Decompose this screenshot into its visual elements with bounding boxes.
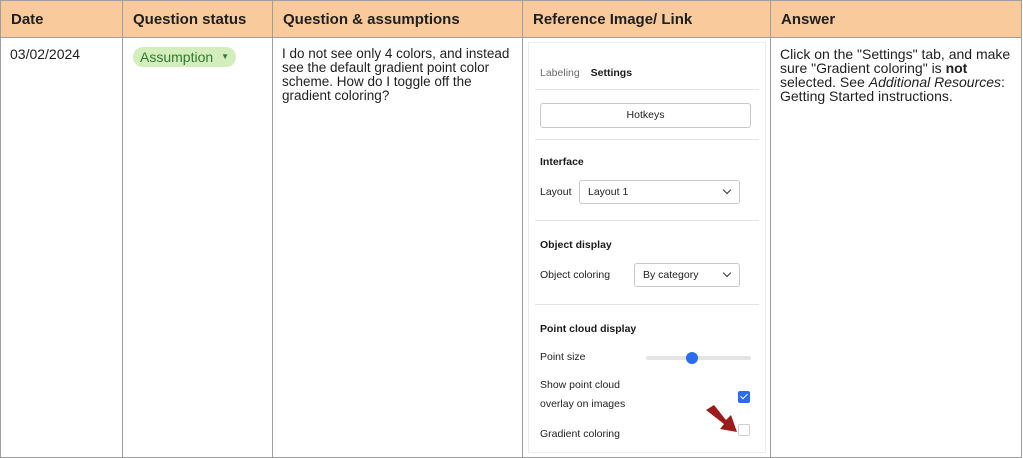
chevron-down-icon [722, 268, 732, 278]
layout-select-value: Layout 1 [588, 186, 629, 198]
divider [535, 304, 759, 305]
object-coloring-value: By category [643, 269, 699, 281]
status-chip-label: Assumption [140, 49, 214, 65]
object-coloring-label: Object coloring [540, 269, 611, 281]
point-size-slider [646, 356, 751, 360]
tab-labeling: Labeling [540, 67, 580, 79]
divider [535, 89, 759, 90]
answer-text: Click on the "Settings" tab, and make su… [780, 47, 1013, 103]
header-date[interactable]: Date [0, 0, 123, 38]
point-size-label: Point size [540, 351, 586, 363]
chevron-down-icon [722, 185, 732, 195]
header-question-assumptions[interactable]: Question & assumptions [272, 0, 523, 38]
status-dropdown-chip[interactable]: Assumption ▼ [133, 47, 237, 67]
layout-label: Layout [540, 186, 572, 198]
interface-title: Interface [540, 156, 584, 168]
answer-part1: Click on the "Settings" tab, and make su… [780, 46, 1011, 76]
point-size-slider-thumb [686, 352, 698, 364]
gradient-coloring-checkbox-unchecked [738, 424, 750, 436]
reference-image-cell[interactable]: Labeling Settings Hotkeys Interface Layo… [522, 37, 771, 458]
date-cell[interactable]: 03/02/2024 [0, 37, 123, 458]
qa-table: Date Question status Question & assumpti… [0, 0, 1022, 458]
question-text: I do not see only 4 colors, and instead … [282, 46, 510, 103]
header-question-status[interactable]: Question status [122, 0, 273, 38]
divider [535, 139, 759, 140]
overlay-label-line1: Show point cloud [540, 379, 620, 391]
tab-settings: Settings [590, 67, 633, 79]
object-display-title: Object display [540, 239, 612, 251]
status-cell[interactable]: Assumption ▼ [122, 37, 273, 458]
gradient-coloring-label: Gradient coloring [540, 428, 620, 440]
red-arrow-icon [706, 405, 737, 432]
point-cloud-display-title: Point cloud display [540, 323, 637, 335]
answer-cell[interactable]: Click on the "Settings" tab, and make su… [770, 37, 1022, 458]
header-row: Date Question status Question & assumpti… [0, 0, 1022, 38]
spreadsheet: Date Question status Question & assumpti… [0, 0, 1023, 458]
settings-panel-screenshot: Labeling Settings Hotkeys Interface Layo… [528, 42, 766, 453]
panel-tabs: Labeling Settings [540, 66, 632, 80]
layout-select: Layout 1 [579, 180, 740, 204]
overlay-checkbox-checked [738, 391, 750, 403]
header-answer[interactable]: Answer [770, 0, 1022, 38]
question-cell[interactable]: I do not see only 4 colors, and instead … [272, 37, 523, 458]
date-value: 03/02/2024 [10, 46, 81, 62]
table-row: 03/02/2024 Assumption ▼ I do not see onl… [0, 37, 1022, 458]
divider [535, 220, 759, 221]
hotkeys-button: Hotkeys [540, 103, 751, 128]
header-reference-image[interactable]: Reference Image/ Link [522, 0, 771, 38]
overlay-label-line2: overlay on images [540, 398, 626, 410]
object-coloring-select: By category [634, 263, 740, 287]
chevron-down-icon: ▼ [221, 52, 230, 61]
